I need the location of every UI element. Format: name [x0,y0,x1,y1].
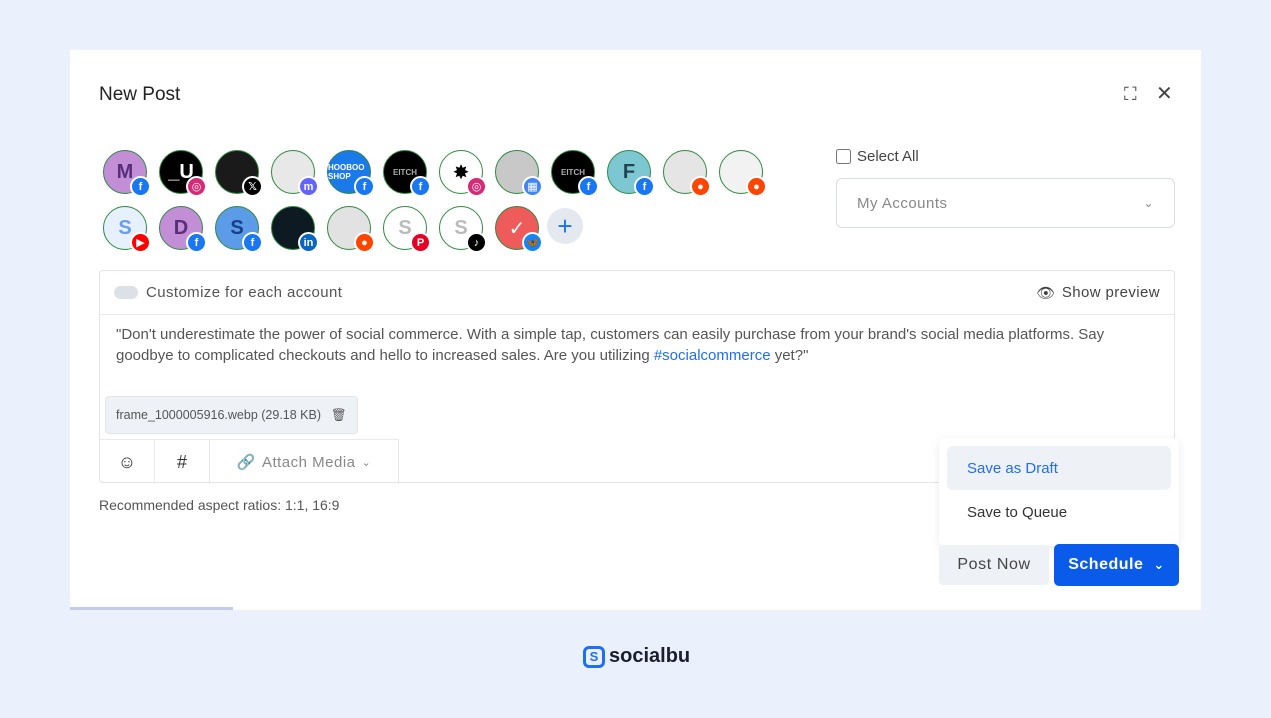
account-avatar[interactable]: S ♪ [439,206,487,253]
chevron-down-icon: ⌄ [361,456,372,469]
pinterest-icon: P [410,232,431,253]
post-text-body: "Don't underestimate the power of social… [116,326,1105,364]
chevron-down-icon: ⌄ [1143,196,1154,210]
schedule-menu: Save as Draft Save to Queue [939,438,1179,546]
hashtag-button[interactable]: # [155,440,210,484]
attachment-name: frame_1000005916.webp (29.18 KB) [116,408,322,422]
avatar-label: EITCH [393,167,417,177]
schedule-button[interactable]: Schedule ⌄ [1054,544,1179,586]
emoji-icon: ☺ [117,451,137,472]
post-text[interactable]: "Don't underestimate the power of social… [100,315,1174,375]
menu-item-save-draft[interactable]: Save as Draft [947,446,1171,490]
menu-item-save-queue[interactable]: Save to Queue [947,490,1171,534]
avatar-label: S [454,216,468,239]
google-business-icon: ▦ [522,176,543,197]
avatar-label: D [173,216,189,239]
emoji-button[interactable]: ☺ [100,440,155,484]
avatar-label: S [398,216,412,239]
link-icon: 🔗 [236,454,256,471]
account-avatar[interactable]: ▦ [495,150,543,197]
recommended-ratios: Recommended aspect ratios: 1:1, 16:9 [99,497,340,513]
accounts-dropdown[interactable]: My Accounts ⌄ [836,178,1175,228]
account-avatar[interactable]: Df [159,206,207,253]
account-avatar[interactable]: ✸ ◎ [439,150,487,197]
logo-mark-icon: S [583,645,605,668]
account-avatar[interactable]: ✓ 🦋 [495,206,543,253]
select-all-checkbox[interactable] [836,149,851,164]
avatar-label: F [622,160,636,183]
progress-bar [70,607,233,610]
bluesky-icon: 🦋 [522,232,543,253]
toggle-switch[interactable] [114,286,138,299]
facebook-icon: f [186,232,207,253]
account-avatar[interactable]: in [271,206,319,253]
modal-title: New Post [99,84,181,105]
avatar-label: S [118,216,132,239]
post-now-button[interactable]: Post Now [939,545,1049,585]
account-avatar[interactable]: Ff [607,150,655,197]
customize-label: Customize for each account [146,284,343,301]
show-preview-label: Show preview [1061,284,1160,301]
account-avatar[interactable]: SP [383,206,431,253]
eye-icon: 👁 [1036,284,1056,302]
account-avatar[interactable]: EITCH f [551,150,599,197]
trash-icon[interactable]: 🗑 [331,408,347,423]
account-avatar[interactable]: ● [327,206,375,253]
facebook-icon: f [354,176,375,197]
socialbu-logo: Ssocialbu [583,645,690,668]
brand-name: socialbu [609,645,691,667]
chevron-down-icon: ⌄ [1153,557,1165,572]
account-avatar[interactable]: 𝕏 [215,150,263,197]
attachment-chip: frame_1000005916.webp (29.18 KB) 🗑 [105,396,358,434]
mastodon-icon: m [298,176,319,197]
new-post-modal: New Post ⛶ ✕ Mf _U ◎ 𝕏m HOOBOO SHOP f EITCH f ✸ ◎… [70,50,1201,610]
hashtag-icon: # [176,451,187,472]
account-avatar[interactable]: m [271,150,319,197]
account-avatar[interactable]: HOOBOO SHOP f [327,150,375,197]
instagram-icon: ◎ [466,176,487,197]
editor-toolbar: ☺ # 🔗 Attach Media ⌄ [100,439,399,484]
facebook-icon: f [130,176,151,197]
facebook-icon: f [242,232,263,253]
reddit-icon: ● [354,232,375,253]
schedule-label: Schedule [1068,556,1144,573]
account-avatar[interactable]: S ▶ [103,206,151,253]
attach-media-label: Attach Media [261,453,356,471]
avatar-label: EITCH [561,167,585,177]
add-account-button[interactable]: + [547,208,583,244]
hashtag-link[interactable]: #socialcommerce [654,347,771,364]
close-icon[interactable]: ✕ [1156,81,1173,106]
linkedin-icon: in [298,232,319,253]
accounts-dropdown-value: My Accounts [857,194,948,212]
reddit-icon: ● [746,176,767,197]
account-avatar[interactable]: Sf [215,206,263,253]
account-avatar[interactable]: Mf [103,150,151,197]
account-avatar[interactable]: EITCH f [383,150,431,197]
select-all[interactable]: Select All [836,148,919,165]
facebook-icon: f [634,176,655,197]
youtube-icon: ▶ [130,232,151,253]
account-avatar[interactable]: ● [719,150,767,197]
instagram-icon: ◎ [186,176,207,197]
account-avatar[interactable]: _U ◎ [159,150,207,197]
show-preview-button[interactable]: 👁 Show preview [1036,284,1160,302]
attach-media-button[interactable]: 🔗 Attach Media ⌄ [210,440,399,484]
post-text-end: yet?" [770,347,809,364]
avatar-label: S [230,216,244,239]
select-all-label: Select All [857,148,919,165]
reddit-icon: ● [690,176,711,197]
facebook-icon: f [578,176,599,197]
fullscreen-icon[interactable]: ⛶ [1124,84,1137,105]
customize-toggle[interactable]: Customize for each account [114,284,342,301]
account-avatar[interactable]: ● [663,150,711,197]
x-icon: 𝕏 [242,176,263,197]
facebook-icon: f [410,176,431,197]
tiktok-icon: ♪ [466,232,487,253]
